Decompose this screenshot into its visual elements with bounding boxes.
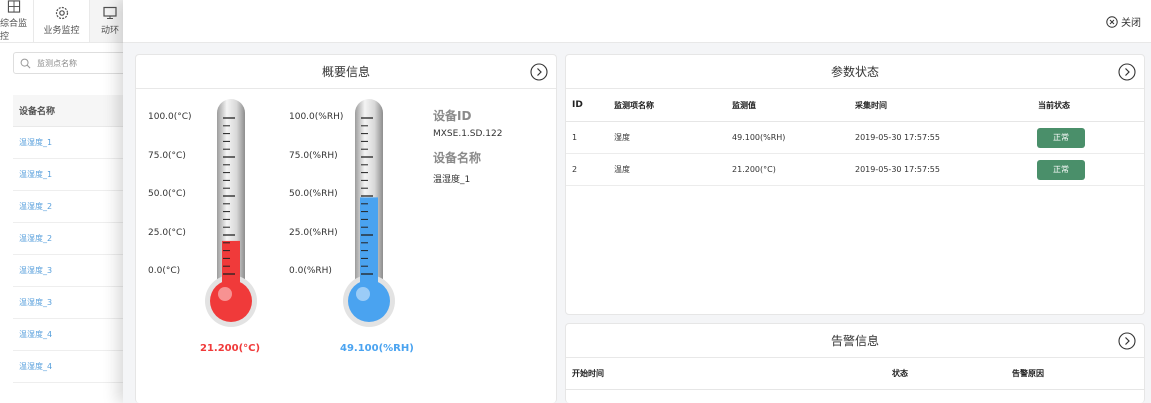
temp-scale-label: 0.0(°C) bbox=[148, 266, 181, 276]
cell-status: 正常 bbox=[1037, 122, 1085, 153]
close-label: 关闭 bbox=[1121, 18, 1141, 29]
status-badge: 正常 bbox=[1037, 127, 1085, 148]
table-row: 1 湿度 49.100(%RH) 2019-05-30 17:57:55 正常 bbox=[566, 122, 1144, 154]
humidity-reading: 49.100(%RH) bbox=[340, 343, 414, 354]
alarm-panel: 告警信息 开始时间 状态 告警原因 bbox=[565, 323, 1145, 403]
thermometer-bulb bbox=[210, 280, 252, 322]
device-name-value: 温湿度_1 bbox=[433, 175, 471, 185]
cell-value: 21.200(°C) bbox=[732, 165, 776, 174]
thermometer-bulb bbox=[348, 280, 390, 322]
param-status-title: 参数状态 bbox=[566, 55, 1144, 89]
param-table-header: ID 监测项名称 监测值 采集时间 当前状态 bbox=[566, 89, 1144, 122]
thermometer-bulb-highlight bbox=[218, 287, 232, 301]
drawer-mask[interactable] bbox=[0, 0, 140, 403]
temp-scale-label: 100.0(°C) bbox=[148, 112, 192, 122]
column-header: ID bbox=[572, 100, 583, 110]
cell-value: 49.100(%RH) bbox=[732, 133, 786, 142]
device-id-value: MXSE.1.SD.122 bbox=[433, 129, 503, 139]
chevron-right-circle-icon[interactable] bbox=[1118, 332, 1136, 350]
column-header: 开始时间 bbox=[572, 369, 604, 378]
cell-id: 1 bbox=[572, 133, 578, 142]
humidity-thermometer bbox=[343, 99, 395, 327]
humidity-scale-label: 75.0(%RH) bbox=[289, 151, 338, 161]
cell-id: 2 bbox=[572, 165, 578, 174]
device-id-label: 设备ID bbox=[433, 109, 472, 123]
device-name-label: 设备名称 bbox=[433, 151, 482, 165]
close-button[interactable]: 关闭 bbox=[1106, 14, 1141, 29]
column-header: 当前状态 bbox=[1038, 100, 1070, 110]
close-icon bbox=[1106, 15, 1118, 28]
cell-name: 温度 bbox=[614, 165, 630, 174]
humidity-scale-label: 0.0(%RH) bbox=[289, 266, 332, 276]
humidity-scale-label: 25.0(%RH) bbox=[289, 228, 338, 238]
temp-scale-label: 75.0(°C) bbox=[148, 151, 186, 161]
chevron-right-circle-icon[interactable] bbox=[530, 63, 548, 81]
summary-panel: 概要信息 100.0(°C) 75.0(°C) 50.0(°C) 25.0(°C… bbox=[135, 54, 557, 403]
temperature-thermometer bbox=[205, 99, 257, 327]
column-header: 告警原因 bbox=[1012, 369, 1044, 378]
param-status-panel: 参数状态 ID 监测项名称 监测值 采集时间 当前状态 1 湿度 49.100(… bbox=[565, 54, 1145, 315]
column-header: 采集时间 bbox=[855, 100, 887, 110]
temp-scale-label: 25.0(°C) bbox=[148, 228, 186, 238]
status-badge: 正常 bbox=[1037, 159, 1085, 180]
device-detail-drawer: 关闭 概要信息 100.0(°C) 75.0(°C) 50.0(°C) 25.0… bbox=[123, 0, 1151, 403]
summary-title: 概要信息 bbox=[136, 55, 556, 89]
cell-time: 2019-05-30 17:57:55 bbox=[855, 165, 940, 174]
drawer-header: 关闭 bbox=[123, 0, 1151, 43]
column-header: 监测项名称 bbox=[614, 100, 654, 110]
column-header: 状态 bbox=[892, 369, 908, 378]
temperature-reading: 21.200(°C) bbox=[200, 343, 261, 354]
alarm-table-header: 开始时间 状态 告警原因 bbox=[566, 358, 1144, 390]
humidity-scale-label: 50.0(%RH) bbox=[289, 189, 338, 199]
table-row: 2 温度 21.200(°C) 2019-05-30 17:57:55 正常 bbox=[566, 154, 1144, 186]
cell-name: 湿度 bbox=[614, 133, 630, 142]
thermometer-bulb-highlight bbox=[356, 287, 370, 301]
alarm-title: 告警信息 bbox=[566, 324, 1144, 358]
column-header: 监测值 bbox=[732, 100, 756, 110]
cell-time: 2019-05-30 17:57:55 bbox=[855, 133, 940, 142]
temp-scale-label: 50.0(°C) bbox=[148, 189, 186, 199]
cell-status: 正常 bbox=[1037, 154, 1085, 185]
chevron-right-circle-icon[interactable] bbox=[1118, 63, 1136, 81]
humidity-scale-label: 100.0(%RH) bbox=[289, 112, 344, 122]
